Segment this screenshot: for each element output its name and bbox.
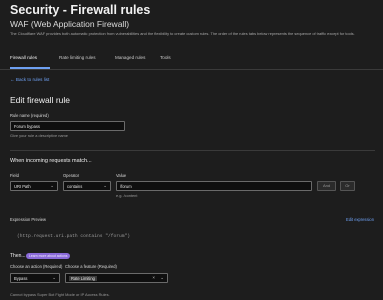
tab-managed-rules[interactable]: Managed rules [115, 55, 145, 60]
chevron-down-icon: ⌄ [52, 275, 56, 280]
page: Security - Firewall rules WAF (Web Appli… [0, 0, 383, 300]
expression-preview-label: Expression Preview [10, 217, 46, 222]
expression-preview: (http.request.uri.path contains "/forum"… [17, 234, 131, 239]
then-heading: Then... [10, 253, 26, 259]
chevron-down-icon: ⌄ [50, 183, 54, 188]
feature-select[interactable]: Rate Limiting × ⌄ [65, 273, 168, 283]
active-tab-indicator [10, 67, 50, 69]
action-select[interactable]: Bypass ⌄ [10, 273, 60, 283]
tab-tools[interactable]: Tools [160, 55, 171, 60]
feature-value: Rate Limiting [69, 276, 97, 281]
back-to-rules-link[interactable]: ← Back to rules list [10, 77, 49, 82]
action-label: Choose an action (Required) [10, 264, 63, 269]
form-heading: Edit firewall rule [10, 95, 70, 105]
chevron-down-icon: ⌄ [160, 275, 164, 280]
action-value: Bypass [14, 276, 28, 281]
rule-name-hint: Give your rule a descriptive name [10, 133, 68, 138]
chevron-down-icon: ⌄ [103, 183, 107, 188]
tab-rate-limiting-rules[interactable]: Rate limiting rules [59, 55, 96, 60]
back-label: Back to rules list [15, 77, 50, 82]
operator-label: Operator [63, 173, 80, 178]
value-input[interactable] [116, 181, 312, 191]
value-hint: e.g. /content [116, 193, 138, 198]
page-description: The Cloudflare WAF provides both automat… [10, 31, 355, 36]
match-heading: When incoming requests match... [10, 158, 92, 164]
edit-expression-link[interactable]: Edit expression [346, 217, 374, 222]
feature-label: Choose a feature (Required) [65, 264, 117, 269]
tab-firewall-rules[interactable]: Firewall rules [10, 55, 37, 60]
rule-name-input[interactable] [10, 121, 125, 131]
bypass-footnote: Cannot bypass Super Bot Fight Mode or IP… [10, 292, 110, 297]
or-button[interactable]: Or [340, 181, 355, 191]
field-value: URI Path [14, 184, 31, 189]
learn-more-badge[interactable]: Learn more about actions [26, 253, 71, 259]
field-label: Field [10, 173, 19, 178]
field-select[interactable]: URI Path ⌄ [10, 181, 58, 191]
close-icon[interactable]: × [152, 275, 155, 280]
operator-select[interactable]: contains ⌄ [63, 181, 111, 191]
tab-bar: Firewall rules Rate limiting rules Manag… [0, 51, 383, 70]
and-button[interactable]: And [317, 181, 336, 191]
value-label: Value [116, 173, 127, 178]
page-subtitle: WAF (Web Application Firewall) [10, 19, 130, 29]
rule-name-label: Rule name (required) [10, 113, 49, 118]
operator-value: contains [67, 184, 83, 189]
page-title: Security - Firewall rules [10, 3, 151, 17]
divider [10, 150, 375, 151]
arrow-left-icon: ← [10, 77, 15, 82]
